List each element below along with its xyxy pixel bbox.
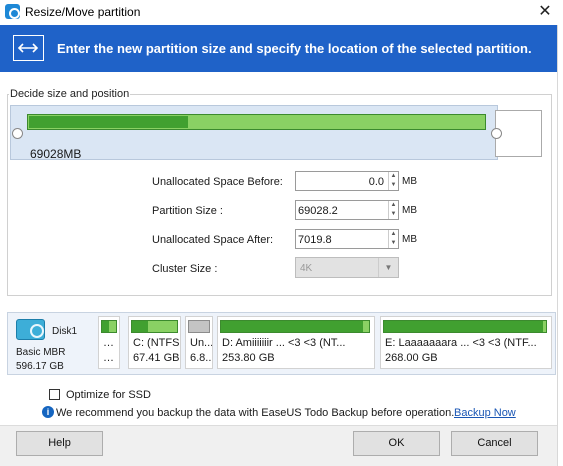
optimize-ssd-checkbox[interactable] <box>49 389 60 400</box>
title-bar: Resize/Move partition ✕ <box>0 0 563 24</box>
backup-now-link[interactable]: Backup Now <box>454 407 516 419</box>
partition-capacity: 253.80 GB <box>222 352 275 364</box>
chevron-down-icon: ▼ <box>378 258 398 277</box>
unallocated-before-unit: MB <box>402 176 417 187</box>
partition-used-fill <box>29 116 188 128</box>
cluster-size-label: Cluster Size : <box>152 263 218 275</box>
cluster-size-select: 4K ▼ <box>295 257 399 278</box>
partition-capacity: 6.8... <box>190 352 213 364</box>
spin-down-icon[interactable]: ▼ <box>389 239 398 248</box>
partition-capacity: 67.41 GB <box>133 352 180 364</box>
partition-size-field-label: Partition Size : <box>152 205 223 217</box>
spin-down-icon[interactable]: ▼ <box>389 210 398 219</box>
cluster-size-value: 4K <box>300 263 313 274</box>
app-icon <box>5 4 20 19</box>
unallocated-before-label: Unallocated Space Before: <box>152 176 283 188</box>
partition-usage-bar <box>383 320 547 333</box>
partition-card[interactable]: … … <box>98 316 120 369</box>
partition-card-e[interactable]: E: Laaaaaaara ... <3 <3 (NTF... 268.00 G… <box>380 316 552 369</box>
unallocated-after-input[interactable] <box>298 232 384 247</box>
partition-usage-bar <box>220 320 370 333</box>
partition-label: Un... <box>190 337 213 349</box>
partition-label: C: (NTFS <box>133 337 180 349</box>
spin-up-icon[interactable]: ▲ <box>389 230 398 239</box>
window-title: Resize/Move partition <box>25 5 141 19</box>
optimize-ssd-label[interactable]: Optimize for SSD <box>66 389 151 401</box>
partition-capacity: … <box>103 352 114 364</box>
unallocated-after-stepper[interactable]: ▲ ▼ <box>388 230 398 248</box>
partition-label: … <box>103 337 114 349</box>
disk-size: 596.17 GB <box>16 361 64 372</box>
disk-name: Disk1 <box>52 326 78 337</box>
partition-label: D: Amiiiiiiir ... <3 <3 (NT... <box>222 337 346 349</box>
partition-size-spinbox[interactable]: ▲▼ <box>295 200 399 220</box>
unallocated-before-stepper[interactable]: ▲ ▼ <box>388 172 398 190</box>
unallocated-area <box>495 110 542 157</box>
partition-used-fill <box>384 321 543 332</box>
close-button[interactable]: ✕ <box>530 0 560 24</box>
unallocated-after-spinbox[interactable]: ▲▼ <box>295 229 399 249</box>
help-button[interactable]: Help <box>16 431 103 456</box>
partition-label: E: Laaaaaaara ... <3 <3 (NTF... <box>385 337 537 349</box>
partition-used-fill <box>102 321 109 332</box>
disk-icon <box>16 319 45 340</box>
disk-type: Basic MBR <box>16 347 66 358</box>
ok-button[interactable]: OK <box>353 431 440 456</box>
resize-arrows-icon <box>13 35 44 61</box>
partition-card-c[interactable]: C: (NTFS 67.41 GB <box>128 316 181 369</box>
partition-size-unit: MB <box>402 205 417 216</box>
partition-size-stepper[interactable]: ▲ ▼ <box>388 201 398 219</box>
window-edge <box>557 25 563 466</box>
instruction-banner: Enter the new partition size and specify… <box>0 25 557 72</box>
right-resize-handle[interactable] <box>491 128 502 139</box>
unallocated-before-input[interactable] <box>298 174 384 189</box>
spin-down-icon[interactable]: ▼ <box>389 181 398 190</box>
unallocated-after-unit: MB <box>402 234 417 245</box>
partition-used-fill <box>132 321 148 332</box>
partition-used-fill <box>221 321 363 332</box>
partition-capacity: 268.00 GB <box>385 352 438 364</box>
partition-size-input[interactable] <box>298 203 384 218</box>
cancel-button[interactable]: Cancel <box>451 431 538 456</box>
partition-usage-bar <box>131 320 178 333</box>
group-label: Decide size and position <box>9 88 131 100</box>
partition-size-label: 69028MB <box>30 147 82 161</box>
partition-usage-bar <box>188 320 210 333</box>
unallocated-after-label: Unallocated Space After: <box>152 234 274 246</box>
partition-usage-bar <box>101 320 117 333</box>
backup-recommendation-text: We recommend you backup the data with Ea… <box>56 407 455 419</box>
spin-up-icon[interactable]: ▲ <box>389 201 398 210</box>
partition-card-unallocated[interactable]: Un... 6.8... <box>185 316 213 369</box>
banner-text: Enter the new partition size and specify… <box>57 41 532 56</box>
info-icon: i <box>42 406 54 418</box>
spin-up-icon[interactable]: ▲ <box>389 172 398 181</box>
left-resize-handle[interactable] <box>12 128 23 139</box>
partition-card-d[interactable]: D: Amiiiiiiir ... <3 <3 (NT... 253.80 GB <box>217 316 375 369</box>
unallocated-before-spinbox[interactable]: ▲▼ <box>295 171 399 191</box>
